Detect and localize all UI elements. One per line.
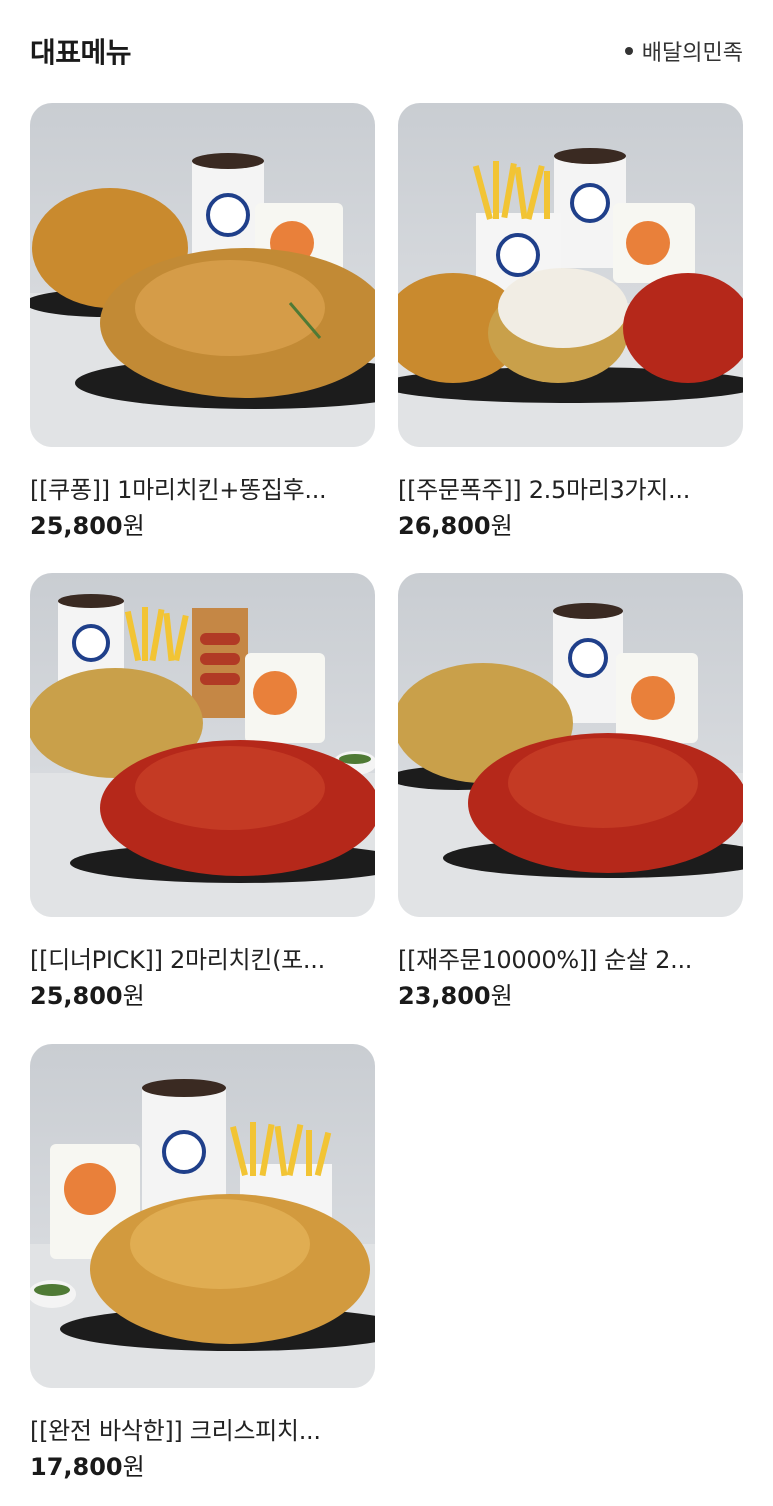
food-photo xyxy=(398,603,743,917)
menu-name[interactable]: [[쿠퐁]] 1마리치킨+똥집후... xyxy=(30,475,375,505)
menu-name[interactable]: [[주문폭주]] 2.5마리3가지... xyxy=(398,475,743,505)
food-photo xyxy=(398,148,743,447)
menu-image-fried-and-gizzard[interactable] xyxy=(30,103,375,447)
price-currency: 원 xyxy=(490,512,513,540)
menu-image-dinner-pick[interactable] xyxy=(30,573,375,917)
section-header: 대표메뉴 배달의민족 xyxy=(30,26,743,76)
price-currency: 원 xyxy=(122,1453,145,1481)
price-currency: 원 xyxy=(122,512,145,540)
price-value: 25,800 xyxy=(30,982,123,1010)
menu-price: 17,800원 xyxy=(30,1452,375,1482)
menu-card[interactable]: [[재주문10000%]] 순살 2... 23,800원 xyxy=(398,573,743,1011)
price-value: 26,800 xyxy=(398,512,491,540)
price-currency: 원 xyxy=(122,982,145,1010)
food-photo xyxy=(30,153,375,447)
menu-card[interactable]: [[완전 바삭한]] 크리스피치... 17,800원 xyxy=(30,1044,375,1482)
menu-name[interactable]: [[재주문10000%]] 순살 2... xyxy=(398,945,743,975)
menu-card[interactable]: [[쿠퐁]] 1마리치킨+똥집후... 25,800원 xyxy=(30,103,375,541)
food-photo xyxy=(30,594,375,917)
section-title: 대표메뉴 xyxy=(30,36,132,69)
menu-image-three-flavor[interactable] xyxy=(398,103,743,447)
menu-price: 23,800원 xyxy=(398,981,743,1011)
price-value: 17,800 xyxy=(30,1453,123,1481)
food-photo xyxy=(30,1079,375,1388)
source-text: 배달의민족 xyxy=(641,41,743,66)
menu-image-boneless[interactable] xyxy=(398,573,743,917)
price-value: 23,800 xyxy=(398,982,491,1010)
menu-card[interactable]: [[주문폭주]] 2.5마리3가지... 26,800원 xyxy=(398,103,743,541)
source-label: 배달의민족 xyxy=(624,35,743,67)
bullet-icon xyxy=(624,47,633,55)
menu-name[interactable]: [[디너PICK]] 2마리치킨(포... xyxy=(30,945,375,975)
price-currency: 원 xyxy=(490,982,513,1010)
menu-price: 26,800원 xyxy=(398,511,743,541)
price-value: 25,800 xyxy=(30,512,123,540)
menu-price: 25,800원 xyxy=(30,511,375,541)
menu-name[interactable]: [[완전 바삭한]] 크리스피치... xyxy=(30,1416,375,1446)
menu-card[interactable]: [[디너PICK]] 2마리치킨(포... 25,800원 xyxy=(30,573,375,1011)
menu-price: 25,800원 xyxy=(30,981,375,1011)
menu-image-crispy[interactable] xyxy=(30,1044,375,1388)
